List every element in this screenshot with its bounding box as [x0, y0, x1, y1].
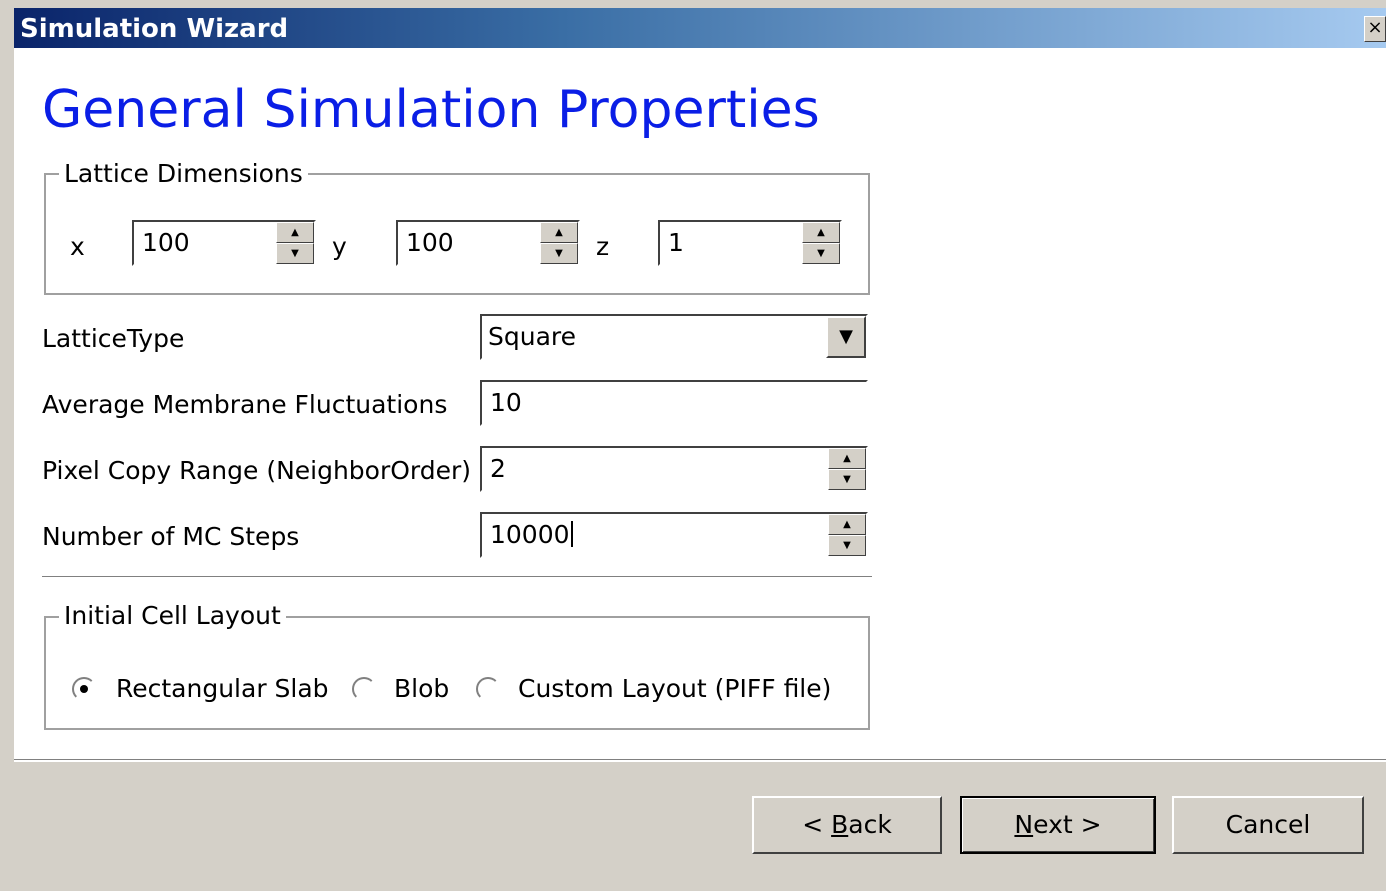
spin-up-icon: ▲	[817, 227, 825, 238]
lattice-type-value: Square	[488, 322, 577, 351]
simulation-wizard-window: Simulation Wizard × General Simulation P…	[14, 8, 1386, 891]
z-dimension-spinbox[interactable]: 1 ▲ ▼	[658, 220, 842, 266]
spin-down-icon: ▼	[555, 248, 563, 259]
avg-membrane-input[interactable]: 10	[480, 380, 868, 426]
back-button-prefix: <	[802, 810, 832, 839]
next-button-rest: ext >	[1033, 810, 1102, 839]
pixel-copy-value[interactable]: 2	[490, 454, 506, 483]
mc-steps-value: 10000	[490, 520, 570, 549]
x-spin-up-button[interactable]: ▲	[276, 222, 314, 243]
cancel-button[interactable]: Cancel	[1172, 796, 1364, 854]
radio-selected-icon	[72, 677, 96, 701]
spin-up-icon: ▲	[555, 227, 563, 238]
pixel-copy-spin-down-button[interactable]: ▼	[828, 469, 866, 490]
spin-down-icon: ▼	[843, 474, 851, 485]
initial-cell-layout-group	[44, 616, 870, 730]
y-spin-up-button[interactable]: ▲	[540, 222, 578, 243]
z-label: z	[596, 232, 610, 261]
radio-label: Rectangular Slab	[116, 674, 329, 703]
lattice-type-label: LatticeType	[42, 324, 185, 353]
mc-steps-spin-down-button[interactable]: ▼	[828, 535, 866, 556]
cancel-button-label: Cancel	[1225, 810, 1311, 839]
title-bar[interactable]: Simulation Wizard ×	[14, 8, 1386, 48]
separator-line	[42, 576, 872, 578]
x-label: x	[70, 232, 85, 261]
radio-label: Blob	[394, 674, 450, 703]
lattice-type-dropdown-button[interactable]: ▼	[826, 316, 866, 358]
chevron-down-icon: ▼	[839, 326, 853, 347]
back-button-rest: ack	[848, 810, 892, 839]
spin-up-icon: ▲	[843, 519, 851, 530]
x-dimension-value[interactable]: 100	[142, 228, 190, 257]
next-button[interactable]: Next >	[960, 796, 1156, 854]
close-button[interactable]: ×	[1364, 16, 1386, 42]
back-button[interactable]: < Back	[752, 796, 942, 854]
avg-membrane-value[interactable]: 10	[490, 388, 522, 417]
z-spin-down-button[interactable]: ▼	[802, 243, 840, 264]
page-title: General Simulation Properties	[42, 80, 820, 140]
back-button-mnemonic: B	[831, 810, 849, 839]
y-dimension-value[interactable]: 100	[406, 228, 454, 257]
close-icon: ×	[1367, 17, 1383, 38]
radio-unselected-icon	[352, 677, 376, 701]
mc-steps-value-wrap[interactable]: 10000	[490, 520, 573, 549]
radio-dot-icon	[80, 685, 88, 693]
radio-unselected-icon	[476, 677, 500, 701]
y-dimension-spinbox[interactable]: 100 ▲ ▼	[396, 220, 580, 266]
radio-label: Custom Layout (PIFF file)	[518, 674, 832, 703]
window-title: Simulation Wizard	[20, 14, 289, 44]
mc-steps-spinbox[interactable]: 10000 ▲ ▼	[480, 512, 868, 558]
pixel-copy-label: Pixel Copy Range (NeighborOrder)	[42, 456, 472, 485]
text-caret	[570, 521, 573, 547]
pixel-copy-spin-up-button[interactable]: ▲	[828, 448, 866, 469]
mc-steps-label: Number of MC Steps	[42, 522, 300, 551]
avg-membrane-label: Average Membrane Fluctuations	[42, 390, 448, 419]
lattice-type-select[interactable]: Square ▼	[480, 314, 868, 360]
z-spin-up-button[interactable]: ▲	[802, 222, 840, 243]
x-spin-down-button[interactable]: ▼	[276, 243, 314, 264]
y-label: y	[332, 232, 347, 261]
spin-up-icon: ▲	[843, 453, 851, 464]
spin-down-icon: ▼	[843, 540, 851, 551]
pixel-copy-spinbox[interactable]: 2 ▲ ▼	[480, 446, 868, 492]
x-dimension-spinbox[interactable]: 100 ▲ ▼	[132, 220, 316, 266]
spin-down-icon: ▼	[291, 248, 299, 259]
y-spin-down-button[interactable]: ▼	[540, 243, 578, 264]
lattice-dimensions-legend: Lattice Dimensions	[59, 159, 308, 188]
spin-down-icon: ▼	[817, 248, 825, 259]
spin-up-icon: ▲	[291, 227, 299, 238]
initial-cell-layout-legend: Initial Cell Layout	[59, 601, 286, 630]
next-button-mnemonic: N	[1014, 810, 1034, 839]
mc-steps-spin-up-button[interactable]: ▲	[828, 514, 866, 535]
z-dimension-value[interactable]: 1	[668, 228, 684, 257]
